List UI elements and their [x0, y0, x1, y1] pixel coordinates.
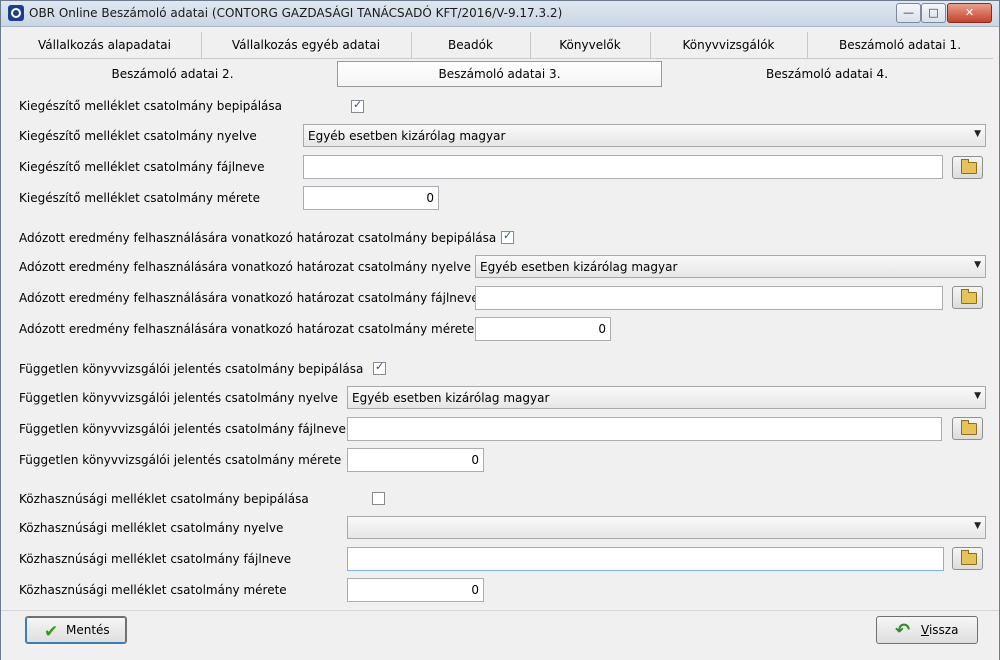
- s2-lang-label: Adózott eredmény felhasználására vonatko…: [19, 260, 471, 274]
- s4-size-input[interactable]: 0: [347, 578, 484, 602]
- s3-size-input[interactable]: 0: [347, 448, 484, 472]
- s3-lang-select[interactable]: Egyéb esetben kizárólag magyar ▼: [347, 386, 986, 409]
- s1-lang-select[interactable]: Egyéb esetben kizárólag magyar ▼: [303, 124, 986, 147]
- s3-embed-label: Független könyvvizsgálói jelentés csatol…: [19, 362, 364, 376]
- s1-size-label: Kiegészítő melléklet csatolmány mérete: [19, 191, 261, 205]
- chevron-down-icon: ▼: [974, 260, 981, 270]
- s3-file-label: Független könyvvizsgálói jelentés csatol…: [19, 422, 346, 436]
- s3-lang-label: Független könyvvizsgálói jelentés csatol…: [19, 391, 339, 405]
- s2-file-input[interactable]: [475, 286, 943, 310]
- s2-embed-checkbox[interactable]: [501, 229, 514, 244]
- tab-beszamolo-adatai-3[interactable]: Beszámoló adatai 3.: [337, 61, 662, 87]
- s4-embed-checkbox[interactable]: [372, 492, 385, 505]
- app-logo-icon: [8, 5, 24, 21]
- s3-browse-button[interactable]: [952, 417, 983, 440]
- s3-lang-value: Egyéb esetben kizárólag magyar: [352, 391, 550, 405]
- tab-konyvvizsgalok[interactable]: Könyvvizsgálók: [650, 32, 808, 58]
- s1-file-input[interactable]: [303, 155, 943, 179]
- minimize-button[interactable]: —: [896, 3, 921, 23]
- app-window: OBR Online Beszámoló adatai (CONTORG GAZ…: [0, 0, 1000, 660]
- tab-beszamolo-adatai-4[interactable]: Beszámoló adatai 4.: [661, 61, 993, 87]
- tab-konyvelok[interactable]: Könyvelők: [530, 32, 651, 58]
- tab-row-2: Beszámoló adatai 2. Beszámoló adatai 3. …: [8, 61, 993, 87]
- s1-embed-checkbox[interactable]: [351, 98, 364, 113]
- back-label: Vissza: [921, 623, 959, 637]
- save-label: Mentés: [66, 623, 110, 637]
- chevron-down-icon: ▼: [974, 129, 981, 139]
- tab-vallalkozas-alapadatai[interactable]: Vállalkozás alapadatai: [8, 32, 202, 58]
- s4-browse-button[interactable]: [952, 547, 983, 570]
- window-title: OBR Online Beszámoló adatai (CONTORG GAZ…: [29, 6, 563, 20]
- back-button[interactable]: ↶ Vissza: [876, 616, 978, 644]
- chevron-down-icon: ▼: [974, 521, 981, 531]
- s4-file-input[interactable]: [347, 547, 944, 571]
- s1-size-input[interactable]: 0: [303, 186, 439, 210]
- save-button[interactable]: ✔ Mentés: [25, 616, 127, 644]
- s3-file-input[interactable]: [347, 417, 942, 441]
- s3-embed-checkbox[interactable]: [373, 360, 386, 375]
- s2-size-label: Adózott eredmény felhasználására vonatko…: [19, 322, 475, 336]
- folder-open-icon: [961, 159, 977, 174]
- s4-file-label: Közhasznúsági melléklet csatolmány fájln…: [19, 552, 292, 566]
- s4-size-label: Közhasznúsági melléklet csatolmány méret…: [19, 583, 287, 597]
- s2-lang-value: Egyéb esetben kizárólag magyar: [480, 260, 678, 274]
- s1-lang-value: Egyéb esetben kizárólag magyar: [308, 129, 506, 143]
- s2-lang-select[interactable]: Egyéb esetben kizárólag magyar ▼: [475, 255, 986, 278]
- tab-vallalkozas-egyeb-adatai[interactable]: Vállalkozás egyéb adatai: [201, 32, 412, 58]
- s2-size-input[interactable]: 0: [475, 317, 611, 341]
- tab-beadok[interactable]: Beadók: [411, 32, 531, 58]
- checkmark-icon: ✔: [44, 622, 59, 642]
- s1-file-label: Kiegészítő melléklet csatolmány fájlneve: [19, 160, 265, 174]
- tab-beszamolo-adatai-2[interactable]: Beszámoló adatai 2.: [8, 61, 337, 87]
- s1-browse-button[interactable]: [952, 156, 983, 179]
- tab-beszamolo-adatai-1[interactable]: Beszámoló adatai 1.: [807, 32, 993, 58]
- s1-embed-label: Kiegészítő melléklet csatolmány bepipálá…: [19, 99, 283, 113]
- s2-embed-label: Adózott eredmény felhasználására vonatko…: [19, 231, 497, 245]
- s4-lang-select[interactable]: ▼: [347, 516, 986, 539]
- s3-size-label: Független könyvvizsgálói jelentés csatol…: [19, 453, 342, 467]
- s1-lang-label: Kiegészítő melléklet csatolmány nyelve: [19, 129, 257, 143]
- tab-row-1: Vállalkozás alapadatai Vállalkozás egyéb…: [8, 32, 993, 59]
- s4-lang-label: Közhasznúsági melléklet csatolmány nyelv…: [19, 521, 284, 535]
- close-button[interactable]: ✕: [947, 3, 992, 23]
- s4-embed-label: Közhasznúsági melléklet csatolmány bepip…: [19, 492, 309, 506]
- back-arrow-icon: ↶: [895, 620, 911, 641]
- button-bar: [1, 610, 999, 660]
- s2-browse-button[interactable]: [952, 286, 983, 309]
- folder-open-icon: [961, 289, 977, 304]
- title-bar: OBR Online Beszámoló adatai (CONTORG GAZ…: [1, 1, 999, 27]
- folder-open-icon: [961, 550, 977, 565]
- maximize-button[interactable]: □: [921, 3, 946, 23]
- s2-file-label: Adózott eredmény felhasználására vonatko…: [19, 291, 479, 305]
- folder-open-icon: [961, 420, 977, 435]
- chevron-down-icon: ▼: [974, 391, 981, 401]
